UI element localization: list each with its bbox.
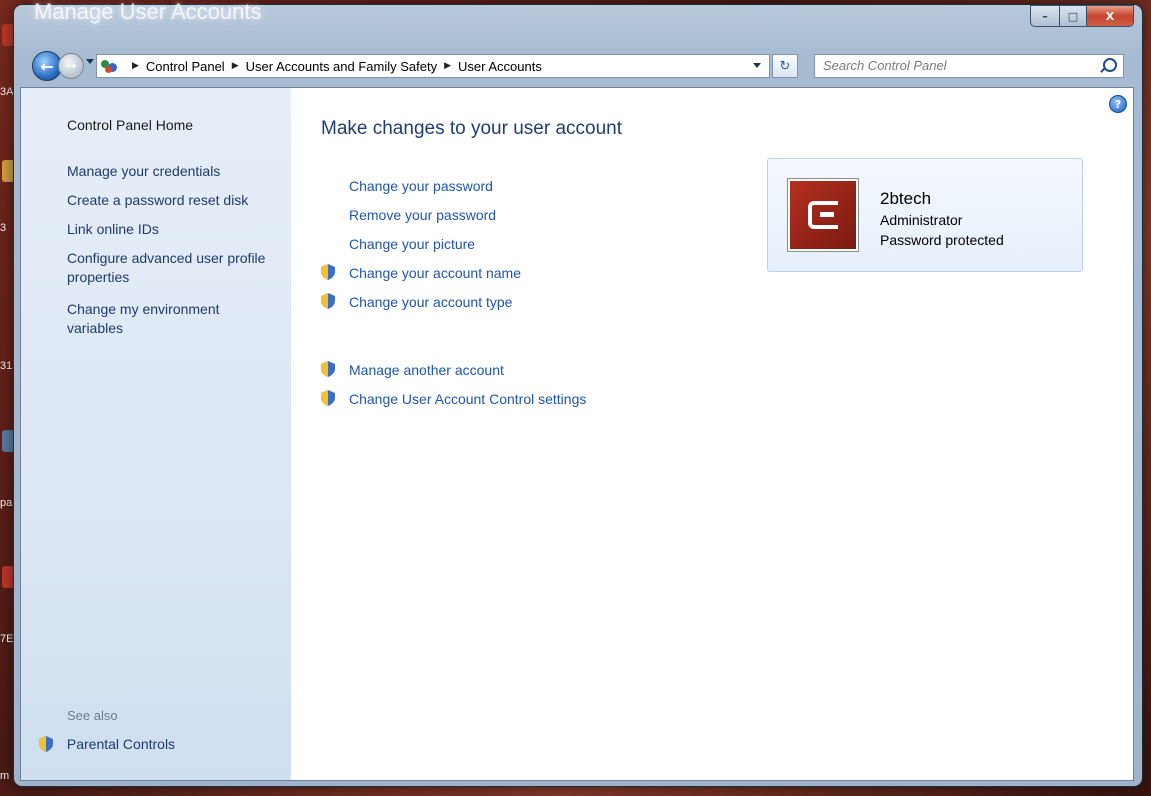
user-account-card: 2btech Administrator Password protected xyxy=(767,158,1083,272)
manage-another-account-link[interactable]: Manage another account xyxy=(349,362,504,378)
desktop-label-5: 7E xyxy=(0,633,14,645)
forward-button[interactable]: → xyxy=(58,53,84,79)
close-button[interactable]: X xyxy=(1086,5,1134,27)
back-arrow-icon: ← xyxy=(40,56,54,76)
refresh-button[interactable]: ↻ xyxy=(772,54,798,78)
breadcrumb-separator-icon[interactable]: ▶ xyxy=(232,61,239,71)
uac-shield-icon xyxy=(321,293,335,309)
change-account-type-link[interactable]: Change your account type xyxy=(349,294,512,310)
user-accounts-icon xyxy=(101,58,119,74)
close-icon: X xyxy=(1105,9,1115,23)
breadcrumb-separator-icon[interactable]: ▶ xyxy=(132,61,139,71)
change-picture-link[interactable]: Change your picture xyxy=(349,236,475,252)
user-name: 2btech xyxy=(880,189,932,208)
change-uac-settings-link[interactable]: Change User Account Control settings xyxy=(349,391,586,407)
manage-credentials-link[interactable]: Manage your credentials xyxy=(67,162,220,181)
search-icon[interactable] xyxy=(1103,58,1117,72)
uac-shield-icon xyxy=(321,390,335,406)
link-online-ids-link[interactable]: Link online IDs xyxy=(67,220,159,239)
uac-shield-icon xyxy=(321,361,335,377)
change-account-name-link[interactable]: Change your account name xyxy=(349,265,521,281)
control-panel-window: Manage User Accounts – □ X ← → ▶ Control… xyxy=(14,0,1142,786)
maximize-icon: □ xyxy=(1067,9,1079,23)
desktop-label-3: 31 xyxy=(0,360,13,372)
search-input[interactable] xyxy=(815,55,1093,75)
desktop-label-6: m xyxy=(0,770,10,782)
title-bar[interactable]: Manage User Accounts – □ X xyxy=(14,0,1142,45)
breadcrumb-user-accounts[interactable]: User Accounts xyxy=(458,59,542,74)
breadcrumb-user-accounts-family-safety[interactable]: User Accounts and Family Safety xyxy=(246,59,437,74)
forward-arrow-icon: → xyxy=(65,58,77,74)
minimize-icon: – xyxy=(1042,9,1048,23)
change-environment-variables-link[interactable]: Change my environment variables xyxy=(67,300,267,338)
uac-shield-icon xyxy=(321,264,335,280)
navigation-bar: ← → ▶ Control Panel ▶ User Accounts and … xyxy=(20,51,1132,81)
breadcrumb-separator-icon[interactable]: ▶ xyxy=(444,61,451,71)
desktop-label-4: pa xyxy=(0,497,13,509)
user-password-status: Password protected xyxy=(880,232,1004,248)
breadcrumb-control-panel[interactable]: Control Panel xyxy=(146,59,225,74)
control-panel-home-link[interactable]: Control Panel Home xyxy=(67,116,193,135)
address-dropdown-icon[interactable] xyxy=(753,63,761,68)
help-button[interactable]: ? xyxy=(1109,95,1127,113)
see-also-heading: See also xyxy=(67,708,118,723)
user-role: Administrator xyxy=(880,212,963,228)
page-heading: Make changes to your user account xyxy=(321,118,623,139)
parental-controls-link[interactable]: Parental Controls xyxy=(39,735,175,754)
avatar xyxy=(788,179,858,251)
configure-profile-properties-link[interactable]: Configure advanced user profile properti… xyxy=(67,249,267,287)
parental-controls-label: Parental Controls xyxy=(66,736,176,752)
window-title: Manage User Accounts xyxy=(34,0,262,24)
refresh-icon: ↻ xyxy=(779,58,791,74)
desktop-label-2: 3 xyxy=(0,222,7,234)
help-icon: ? xyxy=(1114,97,1122,111)
content-area: Control Panel Home Manage your credentia… xyxy=(20,87,1134,781)
desktop-label-1: 3A xyxy=(0,86,14,98)
address-bar[interactable]: ▶ Control Panel ▶ User Accounts and Fami… xyxy=(96,54,770,78)
task-pane: Control Panel Home Manage your credentia… xyxy=(21,88,291,780)
caption-buttons: – □ X xyxy=(1030,5,1134,27)
search-box xyxy=(814,54,1124,78)
create-password-reset-disk-link[interactable]: Create a password reset disk xyxy=(67,191,248,210)
change-password-link[interactable]: Change your password xyxy=(349,178,493,194)
minimize-button[interactable]: – xyxy=(1030,5,1059,27)
recent-pages-dropdown[interactable] xyxy=(86,59,94,64)
uac-shield-icon xyxy=(39,736,53,752)
maximize-button[interactable]: □ xyxy=(1059,5,1086,27)
user-picture-icon xyxy=(808,201,838,229)
remove-password-link[interactable]: Remove your password xyxy=(349,207,496,223)
